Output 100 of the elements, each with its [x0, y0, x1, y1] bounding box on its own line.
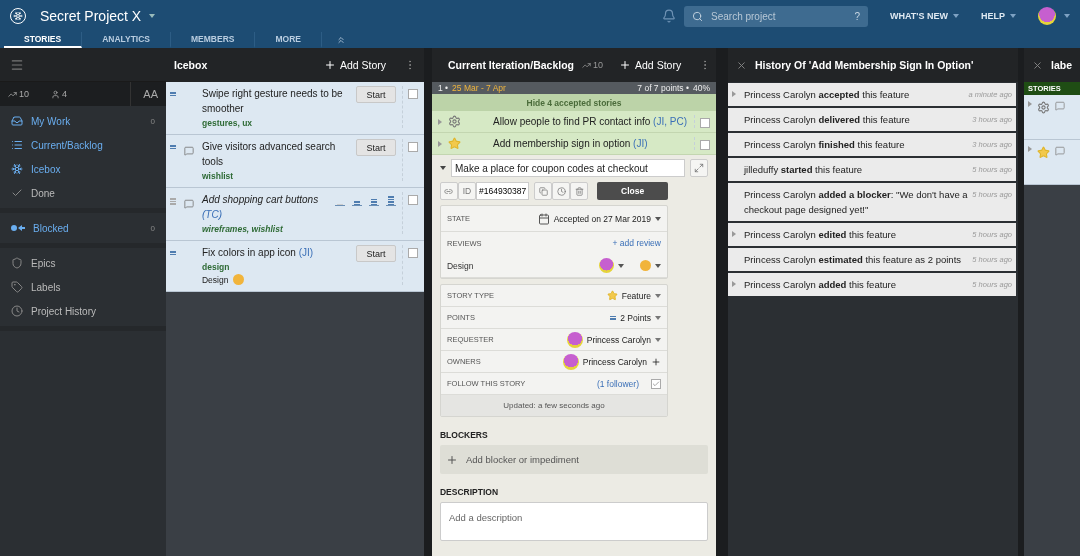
menu-icon[interactable] — [10, 57, 24, 72]
iteration-number[interactable]: 1 • — [438, 83, 449, 93]
story-card[interactable]: Give visitors advanced search tools wishlist Start — [166, 135, 424, 188]
story-row[interactable]: Allow people to find PR contact info (JI, PC) — [432, 111, 716, 133]
points-dropdown[interactable]: 2 Points — [610, 312, 661, 323]
item-count: 0 — [150, 223, 155, 233]
sidebar-item[interactable]: Done — [0, 181, 166, 205]
trend-icon — [582, 60, 591, 70]
estimate-button[interactable] — [369, 196, 379, 206]
close-icon[interactable] — [736, 59, 747, 71]
sidebar-item[interactable]: Blocked 0 — [0, 216, 166, 240]
search-field[interactable]: Search project ? — [684, 5, 868, 27]
history-text: Princess Carolyn accepted this feature — [744, 88, 911, 102]
story-labels[interactable]: design — [202, 262, 350, 272]
history-button[interactable] — [552, 182, 571, 200]
history-text: Princess Carolyn estimated this feature as 2 points — [744, 253, 963, 267]
story-card[interactable] — [1024, 140, 1080, 185]
story-card[interactable] — [1024, 95, 1080, 140]
comment-icon — [1055, 146, 1065, 156]
check-icon — [11, 187, 23, 199]
add-story-button[interactable]: Add Story — [619, 59, 682, 71]
estimate-button[interactable] — [386, 196, 396, 206]
star-icon — [1037, 146, 1050, 159]
sidebar-item[interactable]: Icebox — [0, 157, 166, 181]
collapse-icon[interactable] — [336, 35, 346, 45]
story-title: Add shopping cart buttons (TC) — [202, 193, 320, 222]
story-card[interactable]: Swipe right gesture needs to be smoother gestures, ux Start — [166, 82, 424, 135]
caret-icon[interactable] — [149, 14, 156, 18]
sidebar-item[interactable]: Project History — [0, 299, 166, 323]
delete-button[interactable] — [570, 182, 589, 200]
story-checkbox[interactable] — [408, 142, 418, 152]
story-card[interactable]: Fix colors in app icon (JI) design Design Start — [166, 241, 424, 292]
story-checkbox[interactable] — [700, 140, 710, 150]
requester-dropdown[interactable]: Princess Carolyn — [566, 331, 661, 348]
clock-icon — [556, 186, 566, 196]
copy-button[interactable] — [534, 182, 553, 200]
sidebar-item[interactable]: Labels — [0, 275, 166, 299]
menu-item[interactable]: WHAT'S NEW — [890, 11, 959, 21]
avatar[interactable] — [1038, 7, 1056, 25]
points-icon — [610, 315, 617, 320]
plus-icon — [619, 59, 632, 71]
add-review-link[interactable]: + add review — [612, 238, 661, 248]
add-blocker-button[interactable]: Add blocker or impediment — [440, 445, 708, 474]
project-name[interactable]: Secret Project X — [40, 8, 142, 24]
story-checkbox[interactable] — [408, 248, 418, 258]
add-story-button[interactable]: Add Story — [323, 59, 386, 71]
help-mark[interactable]: ? — [854, 10, 860, 22]
expand-icon[interactable] — [732, 281, 736, 287]
start-button[interactable]: Start — [356, 245, 396, 262]
history-text: Princess Carolyn edited this feature — [744, 228, 898, 242]
bell-icon[interactable] — [662, 9, 676, 23]
story-title: Add membership sign in option (JI) — [492, 138, 649, 149]
expand-button[interactable] — [690, 159, 708, 177]
sidebar-item[interactable]: My Work 0 — [0, 109, 166, 133]
story-checkbox[interactable] — [408, 195, 418, 205]
caret-icon[interactable] — [1064, 14, 1070, 18]
followers-link[interactable]: (1 follower) — [596, 378, 639, 389]
story-labels[interactable]: wireframes, wishlist — [202, 224, 329, 234]
panel-title: Icebox — [174, 59, 208, 71]
story-labels[interactable]: gestures, ux — [202, 118, 350, 128]
clock-icon — [11, 305, 23, 317]
team-strength: 40% — [692, 83, 710, 93]
story-title: Fix colors in app icon (JI) — [202, 246, 315, 260]
expand-icon[interactable] — [732, 91, 736, 97]
story-checkbox[interactable] — [408, 89, 418, 99]
start-button[interactable]: Start — [356, 139, 396, 156]
id-label[interactable]: ID — [458, 182, 476, 200]
star-icon — [448, 137, 461, 150]
follow-checkbox[interactable] — [651, 378, 661, 389]
expand-icon[interactable] — [732, 231, 736, 237]
history-text: Princess Carolyn added this feature — [744, 278, 898, 292]
add-owner-icon[interactable] — [651, 356, 661, 367]
trash-icon — [574, 186, 584, 196]
link-button[interactable] — [440, 182, 458, 200]
sidebar-item[interactable]: Epics — [0, 251, 166, 275]
plus-icon — [446, 453, 458, 466]
text-size-toggle[interactable]: AA — [130, 82, 158, 106]
owner-name: Princess Carolyn — [582, 356, 647, 367]
review-status-icon[interactable] — [640, 260, 651, 271]
start-button[interactable]: Start — [356, 86, 396, 103]
reviewer-avatar[interactable] — [599, 258, 614, 273]
story-title-field[interactable]: Make a place for coupon codes at checkout — [451, 159, 685, 177]
owner-avatar[interactable] — [562, 353, 579, 370]
story-checkbox[interactable] — [700, 118, 710, 128]
close-icon[interactable] — [1032, 59, 1043, 71]
menu-item[interactable]: HELP — [981, 11, 1016, 21]
story-type-dropdown[interactable]: Feature — [606, 290, 661, 301]
story-card[interactable]: Add shopping cart buttons (TC) wireframes, wishlist — [166, 188, 424, 241]
sidebar-item[interactable]: Current/Backlog — [0, 133, 166, 157]
story-id[interactable]: #164930387 — [476, 182, 530, 200]
story-labels[interactable]: wishlist — [202, 171, 350, 181]
state-dropdown[interactable]: Accepted on 27 Mar 2019 — [537, 212, 661, 225]
avatar — [566, 331, 583, 348]
snowflake-icon — [11, 163, 23, 175]
story-row[interactable]: Add membership sign in option (JI) — [432, 133, 716, 155]
blocked-icon — [11, 224, 25, 232]
star-icon — [606, 290, 618, 301]
hide-accepted-button[interactable]: Hide 4 accepted stories — [432, 94, 716, 111]
close-button[interactable]: Close — [597, 182, 668, 200]
description-field[interactable]: Add a description — [440, 502, 708, 541]
